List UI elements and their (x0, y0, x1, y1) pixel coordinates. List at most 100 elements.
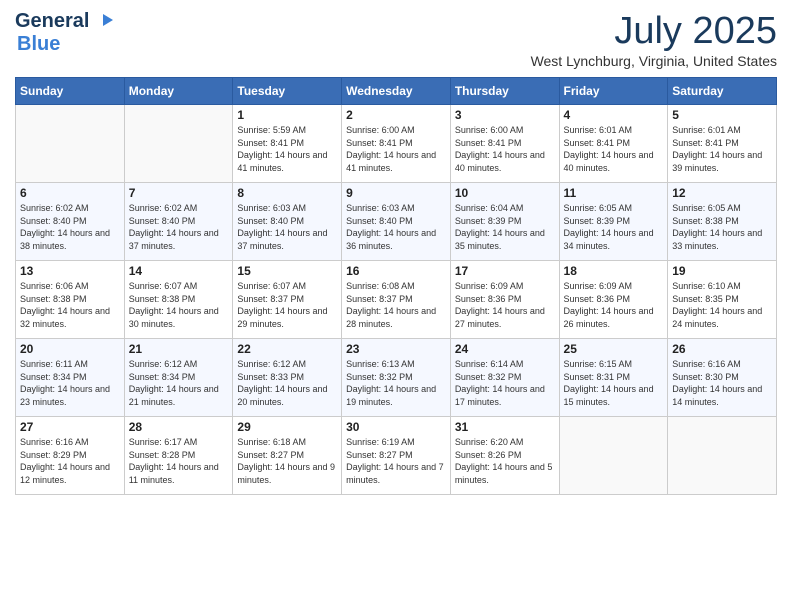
day-number: 6 (20, 186, 120, 200)
day-number: 30 (346, 420, 446, 434)
calendar-cell: 9 Sunrise: 6:03 AMSunset: 8:40 PMDaylight… (342, 183, 451, 261)
calendar-cell: 20 Sunrise: 6:11 AMSunset: 8:34 PMDayligh… (16, 339, 125, 417)
day-info: Sunrise: 6:03 AMSunset: 8:40 PMDaylight:… (237, 202, 337, 252)
header-saturday: Saturday (668, 78, 777, 105)
day-number: 19 (672, 264, 772, 278)
calendar-cell: 8 Sunrise: 6:03 AMSunset: 8:40 PMDaylight… (233, 183, 342, 261)
day-number: 22 (237, 342, 337, 356)
calendar-cell: 2 Sunrise: 6:00 AMSunset: 8:41 PMDaylight… (342, 105, 451, 183)
month-title: July 2025 (531, 10, 777, 53)
day-info: Sunrise: 6:05 AMSunset: 8:38 PMDaylight:… (672, 202, 772, 252)
day-info: Sunrise: 6:16 AMSunset: 8:29 PMDaylight:… (20, 436, 120, 486)
day-info: Sunrise: 6:00 AMSunset: 8:41 PMDaylight:… (455, 124, 555, 174)
page-container: General Blue July 2025 West Lynchburg, V… (0, 0, 792, 505)
day-info: Sunrise: 6:02 AMSunset: 8:40 PMDaylight:… (129, 202, 229, 252)
title-area: July 2025 West Lynchburg, Virginia, Unit… (531, 10, 777, 69)
header: General Blue July 2025 West Lynchburg, V… (15, 10, 777, 69)
day-info: Sunrise: 6:12 AMSunset: 8:33 PMDaylight:… (237, 358, 337, 408)
day-info: Sunrise: 6:11 AMSunset: 8:34 PMDaylight:… (20, 358, 120, 408)
calendar-cell (559, 417, 668, 495)
calendar-cell (668, 417, 777, 495)
day-number: 10 (455, 186, 555, 200)
calendar-cell: 18Sunrise: 6:09 AMSunset: 8:36 PMDayligh… (559, 261, 668, 339)
day-info: Sunrise: 6:08 AMSunset: 8:37 PMDaylight:… (346, 280, 446, 330)
calendar-cell: 15 Sunrise: 6:07 AMSunset: 8:37 PMDayligh… (233, 261, 342, 339)
day-number: 21 (129, 342, 229, 356)
day-info: Sunrise: 6:16 AMSunset: 8:30 PMDaylight:… (672, 358, 772, 408)
calendar-cell: 5 Sunrise: 6:01 AMSunset: 8:41 PMDaylight… (668, 105, 777, 183)
logo-blue-text: Blue (17, 33, 60, 56)
calendar-week-row: 6 Sunrise: 6:02 AMSunset: 8:40 PMDaylight… (16, 183, 777, 261)
header-monday: Monday (124, 78, 233, 105)
day-number: 27 (20, 420, 120, 434)
day-number: 26 (672, 342, 772, 356)
logo-text: General (15, 10, 89, 33)
day-info: Sunrise: 6:17 AMSunset: 8:28 PMDaylight:… (129, 436, 229, 486)
day-info: Sunrise: 6:14 AMSunset: 8:32 PMDaylight:… (455, 358, 555, 408)
day-info: Sunrise: 6:09 AMSunset: 8:36 PMDaylight:… (455, 280, 555, 330)
day-info: Sunrise: 6:09 AMSunset: 8:36 PMDaylight:… (564, 280, 664, 330)
day-number: 8 (237, 186, 337, 200)
weekday-header-row: Sunday Monday Tuesday Wednesday Thursday… (16, 78, 777, 105)
day-number: 24 (455, 342, 555, 356)
day-info: Sunrise: 6:07 AMSunset: 8:38 PMDaylight:… (129, 280, 229, 330)
calendar-cell: 7 Sunrise: 6:02 AMSunset: 8:40 PMDaylight… (124, 183, 233, 261)
calendar-cell: 30 Sunrise: 6:19 AMSunset: 8:27 PMDayligh… (342, 417, 451, 495)
calendar-cell: 27 Sunrise: 6:16 AMSunset: 8:29 PMDayligh… (16, 417, 125, 495)
day-number: 3 (455, 108, 555, 122)
day-number: 29 (237, 420, 337, 434)
day-info: Sunrise: 6:20 AMSunset: 8:26 PMDaylight:… (455, 436, 555, 486)
day-number: 7 (129, 186, 229, 200)
calendar-week-row: 13 Sunrise: 6:06 AMSunset: 8:38 PMDayligh… (16, 261, 777, 339)
day-info: Sunrise: 6:19 AMSunset: 8:27 PMDaylight:… (346, 436, 446, 486)
calendar-cell: 14 Sunrise: 6:07 AMSunset: 8:38 PMDayligh… (124, 261, 233, 339)
day-number: 11 (564, 186, 664, 200)
calendar-cell: 22 Sunrise: 6:12 AMSunset: 8:33 PMDayligh… (233, 339, 342, 417)
day-info: Sunrise: 6:02 AMSunset: 8:40 PMDaylight:… (20, 202, 120, 252)
calendar-cell: 10 Sunrise: 6:04 AMSunset: 8:39 PMDayligh… (450, 183, 559, 261)
calendar-cell: 4Sunrise: 6:01 AMSunset: 8:41 PMDaylight… (559, 105, 668, 183)
day-info: Sunrise: 6:03 AMSunset: 8:40 PMDaylight:… (346, 202, 446, 252)
calendar-week-row: 27 Sunrise: 6:16 AMSunset: 8:29 PMDayligh… (16, 417, 777, 495)
calendar-cell: 28Sunrise: 6:17 AMSunset: 8:28 PMDayligh… (124, 417, 233, 495)
day-number: 14 (129, 264, 229, 278)
day-info: Sunrise: 6:12 AMSunset: 8:34 PMDaylight:… (129, 358, 229, 408)
day-info: Sunrise: 6:06 AMSunset: 8:38 PMDaylight:… (20, 280, 120, 330)
calendar-week-row: 20 Sunrise: 6:11 AMSunset: 8:34 PMDayligh… (16, 339, 777, 417)
day-number: 16 (346, 264, 446, 278)
calendar-cell (16, 105, 125, 183)
logo-flag-icon (93, 12, 113, 32)
logo: General Blue (15, 10, 113, 56)
day-number: 20 (20, 342, 120, 356)
day-info: Sunrise: 6:07 AMSunset: 8:37 PMDaylight:… (237, 280, 337, 330)
day-info: Sunrise: 6:00 AMSunset: 8:41 PMDaylight:… (346, 124, 446, 174)
day-info: Sunrise: 5:59 AMSunset: 8:41 PMDaylight:… (237, 124, 337, 174)
calendar-cell: 19 Sunrise: 6:10 AMSunset: 8:35 PMDayligh… (668, 261, 777, 339)
calendar-cell: 13 Sunrise: 6:06 AMSunset: 8:38 PMDayligh… (16, 261, 125, 339)
calendar-cell: 21 Sunrise: 6:12 AMSunset: 8:34 PMDayligh… (124, 339, 233, 417)
calendar-cell: 3 Sunrise: 6:00 AMSunset: 8:41 PMDaylight… (450, 105, 559, 183)
header-thursday: Thursday (450, 78, 559, 105)
calendar-cell: 25Sunrise: 6:15 AMSunset: 8:31 PMDayligh… (559, 339, 668, 417)
day-number: 17 (455, 264, 555, 278)
day-number: 1 (237, 108, 337, 122)
day-number: 9 (346, 186, 446, 200)
header-sunday: Sunday (16, 78, 125, 105)
calendar-cell: 6 Sunrise: 6:02 AMSunset: 8:40 PMDaylight… (16, 183, 125, 261)
header-friday: Friday (559, 78, 668, 105)
day-number: 13 (20, 264, 120, 278)
calendar-cell: 29Sunrise: 6:18 AMSunset: 8:27 PMDayligh… (233, 417, 342, 495)
day-number: 15 (237, 264, 337, 278)
calendar-header: Sunday Monday Tuesday Wednesday Thursday… (16, 78, 777, 105)
day-info: Sunrise: 6:04 AMSunset: 8:39 PMDaylight:… (455, 202, 555, 252)
day-number: 2 (346, 108, 446, 122)
day-info: Sunrise: 6:01 AMSunset: 8:41 PMDaylight:… (672, 124, 772, 174)
day-info: Sunrise: 6:01 AMSunset: 8:41 PMDaylight:… (564, 124, 664, 174)
day-number: 5 (672, 108, 772, 122)
day-info: Sunrise: 6:10 AMSunset: 8:35 PMDaylight:… (672, 280, 772, 330)
location-text: West Lynchburg, Virginia, United States (531, 53, 777, 69)
calendar-cell: 11Sunrise: 6:05 AMSunset: 8:39 PMDayligh… (559, 183, 668, 261)
day-number: 31 (455, 420, 555, 434)
calendar-table: Sunday Monday Tuesday Wednesday Thursday… (15, 77, 777, 495)
day-number: 12 (672, 186, 772, 200)
